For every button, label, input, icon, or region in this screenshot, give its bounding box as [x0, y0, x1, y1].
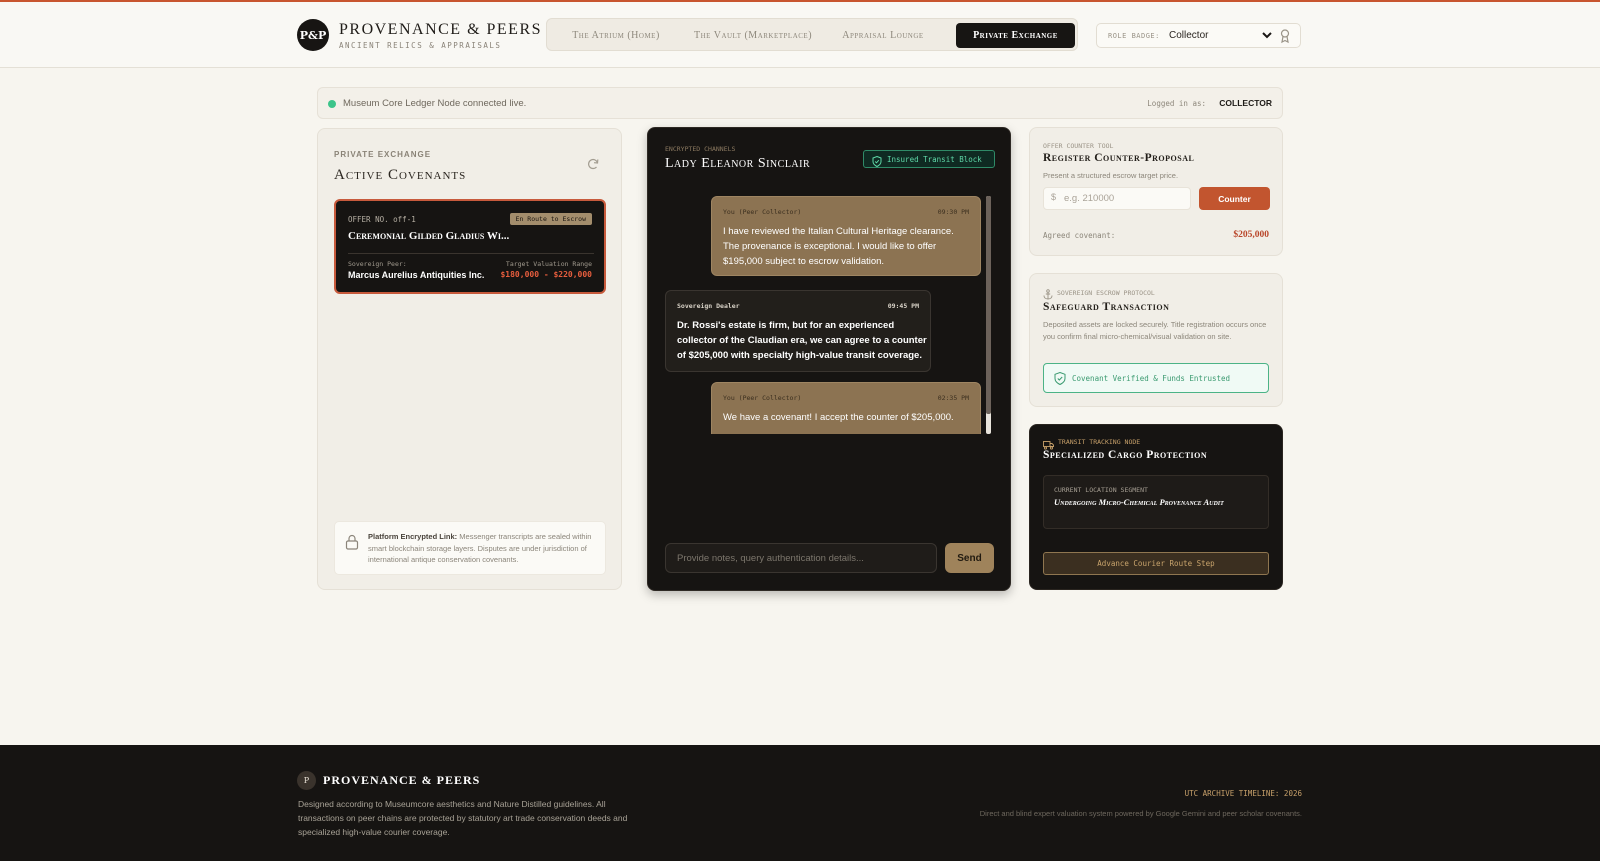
logo-badge[interactable]: P&P — [297, 19, 329, 51]
connection-status-bar: Museum Core Ledger Node connected live. … — [317, 87, 1283, 119]
chat-contact-name: Lady Eleanor Sinclair — [665, 156, 811, 171]
transit-card: TRANSIT TRACKING NODE Specialized Cargo … — [1029, 424, 1283, 590]
send-button[interactable]: Send — [945, 543, 994, 573]
footer-description: Designed according to Museumcore aesthet… — [298, 799, 628, 837]
main-nav: The Atrium (Home) The Vault (Marketplace… — [546, 18, 1078, 51]
escrow-eyebrow: SOVEREIGN ESCROW PROTOCOL — [1057, 289, 1155, 297]
status-message: Museum Core Ledger Node connected live. — [343, 98, 527, 109]
chat-scrollbar-thumb[interactable] — [986, 196, 991, 414]
app-header: P&P PROVENANCE & PEERS ANCIENT RELICS & … — [0, 2, 1600, 68]
escrow-description: Deposited assets are locked securely. Ti… — [1043, 320, 1267, 341]
location-segment-box: CURRENT LOCATION SEGMENT Undergoing Micr… — [1043, 475, 1269, 529]
refresh-icon[interactable] — [586, 157, 600, 171]
transit-eyebrow: TRANSIT TRACKING NODE — [1058, 438, 1141, 446]
message-sender: Sovereign Dealer — [677, 302, 740, 310]
offer-peer-name: Marcus Aurelius Antiquities Inc. — [348, 270, 485, 280]
footer-brand: PROVENANCE & PEERS — [323, 773, 481, 787]
lock-icon — [345, 534, 359, 550]
tab-private-exchange[interactable]: Private Exchange — [956, 23, 1075, 48]
shield-check-icon — [1054, 371, 1066, 386]
role-value[interactable]: Collector — [1169, 30, 1208, 41]
counter-eyebrow: OFFER COUNTER TOOL — [1043, 142, 1114, 150]
shield-check-icon — [872, 154, 882, 168]
offer-card[interactable]: OFFER NO. off-1 En Route to Escrow Cerem… — [334, 199, 606, 294]
role-label: ROLE BADGE: — [1108, 32, 1160, 40]
encryption-notice: Platform Encrypted Link: Messenger trans… — [334, 521, 606, 575]
tab-vault[interactable]: The Vault (Marketplace) — [683, 23, 823, 48]
message-body: I have reviewed the Italian Cultural Her… — [723, 224, 954, 269]
message-line: Dr. Rossi's estate is firm, but for an e… — [677, 320, 895, 331]
message-outgoing: You (Peer Collector) 09:30 PM I have rev… — [711, 196, 981, 276]
message-time: 09:30 PM — [937, 208, 969, 216]
location-label: CURRENT LOCATION SEGMENT — [1054, 486, 1148, 494]
offer-divider — [348, 253, 594, 254]
chat-panel: ENCRYPTED CHANNELS Lady Eleanor Sinclair… — [647, 127, 1011, 591]
anchor-icon — [1043, 287, 1053, 300]
counter-subtitle: Present a structured escrow target price… — [1043, 171, 1179, 180]
covenants-panel: PRIVATE EXCHANGE Active Covenants OFFER … — [317, 128, 622, 590]
covenant-verified-banner: Covenant Verified & Funds Entrusted — [1043, 363, 1269, 393]
message-line: We have a covenant! I accept the counter… — [723, 412, 954, 423]
offer-number: OFFER NO. off-1 — [348, 215, 416, 224]
role-selector[interactable]: ROLE BADGE: Collector — [1096, 23, 1301, 48]
brand-name[interactable]: PROVENANCE & PEERS — [339, 21, 542, 39]
currency-symbol: $ — [1051, 192, 1057, 202]
transit-badge: Insured Transit Block — [863, 150, 995, 168]
transit-badge-text: Insured Transit Block — [887, 155, 982, 164]
tab-appraisal-lounge[interactable]: Appraisal Lounge — [830, 23, 936, 48]
covenant-verified-text: Covenant Verified & Funds Entrusted — [1072, 374, 1231, 383]
message-line: collector of the Claudian era, we can ag… — [677, 335, 927, 346]
message-sender: You (Peer Collector) — [723, 208, 802, 216]
counter-button[interactable]: Counter — [1199, 187, 1270, 210]
offer-peer-label: Sovereign Peer: — [348, 260, 407, 268]
award-icon — [1278, 28, 1292, 44]
offer-status-badge: En Route to Escrow — [509, 213, 592, 225]
message-time: 02:35 PM — [937, 394, 969, 402]
footer-logo-badge: P — [297, 771, 316, 790]
logged-in-role: COLLECTOR — [1219, 98, 1272, 108]
escrow-title: Safeguard Transaction — [1043, 301, 1170, 313]
message-line: The provenance is exceptional. I would l… — [723, 241, 937, 252]
message-line: of $205,000 with specialty high-value tr… — [677, 350, 922, 361]
tab-atrium[interactable]: The Atrium (Home) — [557, 23, 675, 48]
logged-in-label: Logged in as: — [1147, 99, 1206, 108]
location-value: Undergoing Micro-Chemical Provenance Aud… — [1054, 497, 1224, 507]
message-incoming: Sovereign Dealer 09:45 PM Dr. Rossi's es… — [665, 290, 931, 372]
offer-item-name: Ceremonial Gilded Gladius Wi... — [348, 230, 510, 242]
covenants-eyebrow: PRIVATE EXCHANGE — [334, 150, 432, 159]
agreed-covenant-label: Agreed covenant: — [1043, 231, 1116, 240]
message-list[interactable]: You (Peer Collector) 09:30 PM I have rev… — [665, 196, 991, 434]
escrow-card: SOVEREIGN ESCROW PROTOCOL Safeguard Tran… — [1029, 273, 1283, 407]
message-line: I have reviewed the Italian Cultural Her… — [723, 226, 954, 237]
site-footer: P PROVENANCE & PEERS Designed according … — [0, 745, 1600, 861]
chevron-down-icon[interactable] — [1261, 29, 1273, 44]
counter-title: Register Counter-Proposal — [1043, 152, 1195, 164]
footer-timeline: UTC ARCHIVE TIMELINE: 2026 — [1184, 789, 1302, 798]
status-dot — [328, 100, 336, 108]
message-outgoing: You (Peer Collector) 02:35 PM We have a … — [711, 382, 981, 434]
truck-icon — [1043, 437, 1054, 450]
agreed-covenant-value: $205,000 — [1233, 230, 1269, 240]
message-body: We have a covenant! I accept the counter… — [723, 410, 954, 425]
message-time: 09:45 PM — [887, 302, 919, 310]
notice-strong: Platform Encrypted Link: — [368, 532, 458, 541]
message-line: $195,000 subject to escrow validation. — [723, 256, 885, 267]
counter-proposal-card: OFFER COUNTER TOOL Register Counter-Prop… — [1029, 127, 1283, 256]
chat-eyebrow: ENCRYPTED CHANNELS — [665, 145, 736, 153]
chat-scrollbar[interactable] — [986, 196, 991, 434]
counter-amount-input[interactable] — [1043, 187, 1191, 210]
brand-tagline: ANCIENT RELICS & APPRAISALS — [339, 41, 502, 50]
transit-title: Specialized Cargo Protection — [1043, 449, 1208, 461]
encryption-notice-text: Platform Encrypted Link: Messenger trans… — [368, 531, 596, 566]
advance-courier-button[interactable]: Advance Courier Route Step — [1043, 552, 1269, 575]
offer-range-label: Target Valuation Range — [505, 260, 592, 268]
footer-credit: Direct and blind expert valuation system… — [979, 809, 1302, 818]
offer-range-value: $180,000 - $220,000 — [500, 270, 592, 279]
message-sender: You (Peer Collector) — [723, 394, 802, 402]
chat-message-input[interactable] — [665, 543, 937, 573]
covenants-title: Active Covenants — [334, 167, 467, 183]
message-body: Dr. Rossi's estate is firm, but for an e… — [677, 318, 927, 363]
